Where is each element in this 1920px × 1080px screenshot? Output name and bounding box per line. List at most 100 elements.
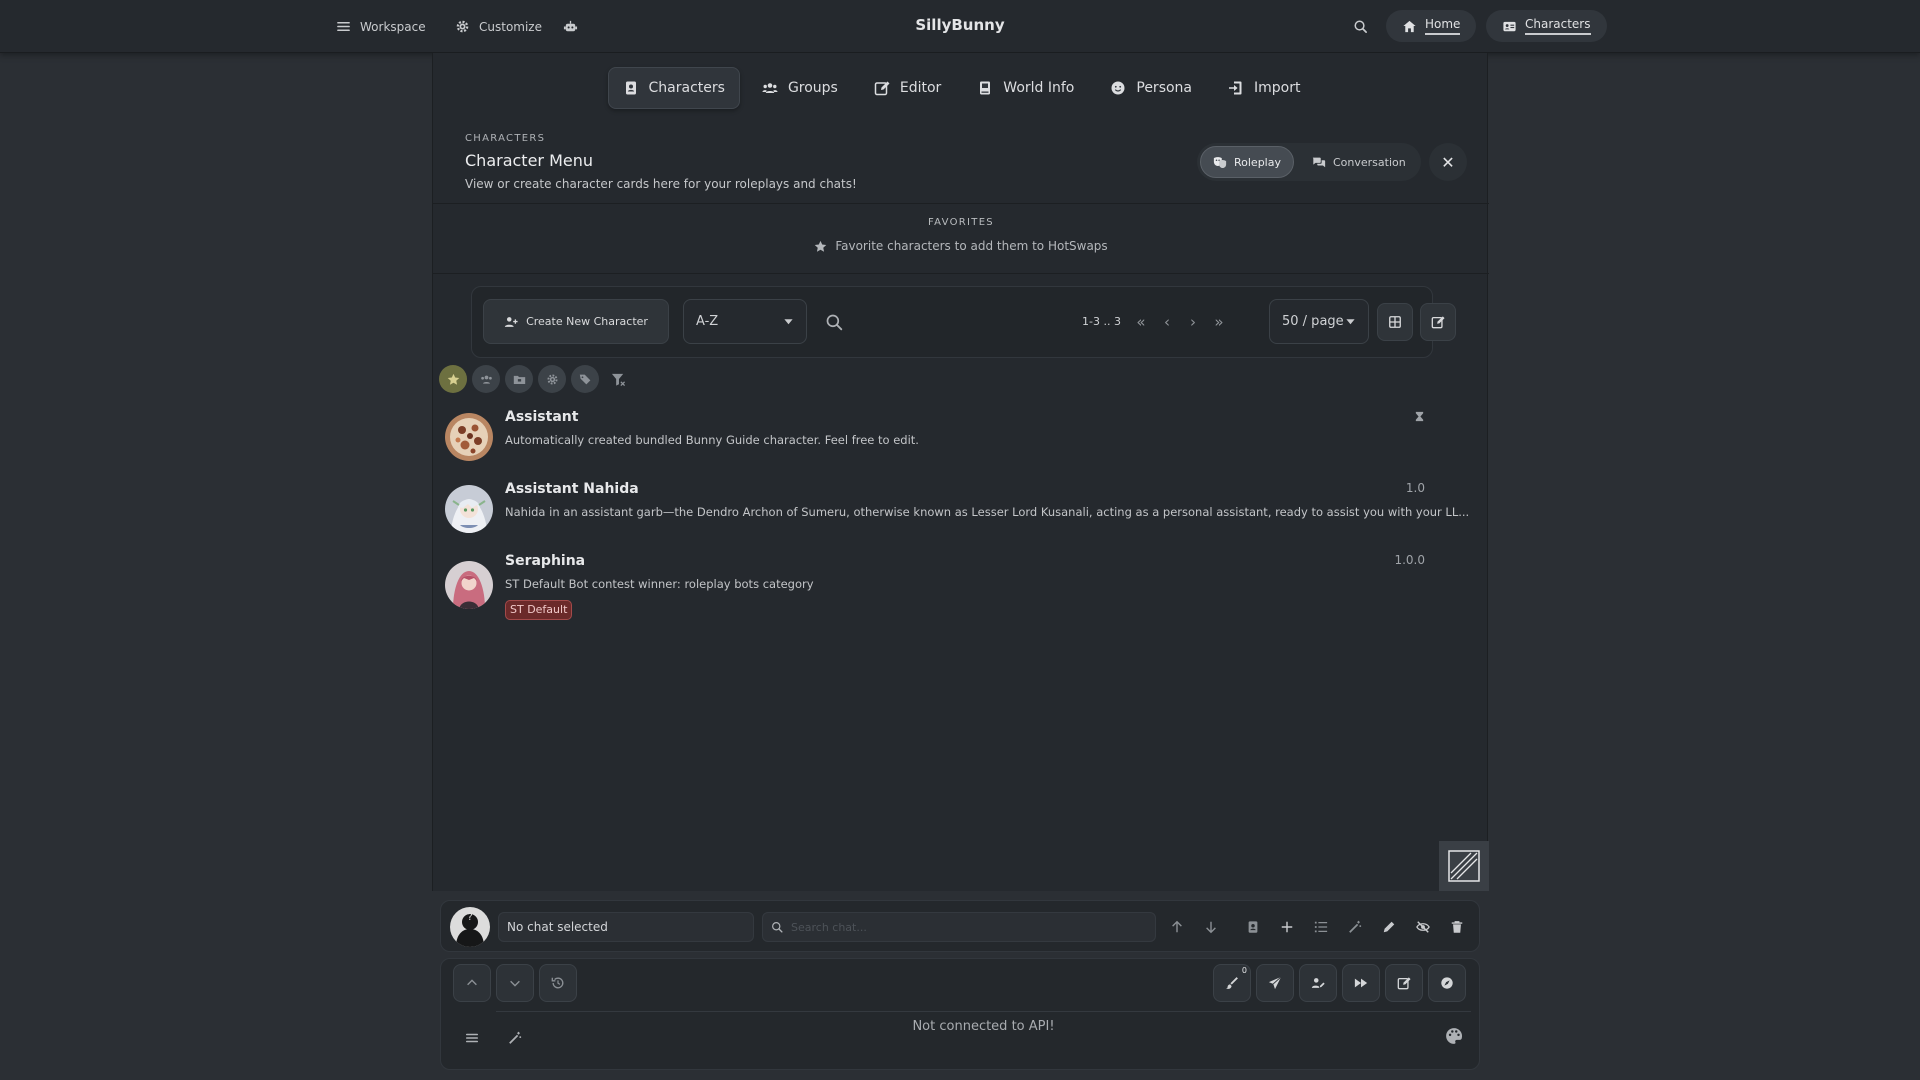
user-edit-icon — [1311, 978, 1325, 988]
chat-search — [762, 912, 1156, 942]
per-page-select[interactable]: 50 / page — [1269, 299, 1369, 344]
customize-label: Customize — [479, 19, 542, 34]
prev-page-button[interactable]: ‹ — [1157, 309, 1177, 335]
edit-icon — [1431, 316, 1445, 329]
workspace-label: Workspace — [360, 19, 426, 34]
pagination: 1-3 .. 3 « ‹ › » — [1082, 299, 1229, 344]
robot-icon — [563, 20, 578, 32]
rename-chat-button[interactable] — [1379, 917, 1399, 937]
characters-top-button[interactable]: Characters — [1486, 10, 1607, 42]
diagonal-lines-icon — [1448, 850, 1480, 882]
edit-message-button[interactable] — [1385, 964, 1423, 1002]
tab-world-info[interactable]: World Info — [963, 67, 1088, 109]
favorites-hint-text: Favorite characters to add them to HotSw… — [835, 239, 1108, 253]
chat-list-button[interactable] — [1311, 917, 1331, 937]
filter-groups[interactable] — [472, 365, 500, 393]
create-new-character-button[interactable]: Create New Character — [483, 299, 669, 344]
star-icon — [447, 373, 459, 385]
tab-editor[interactable]: Editor — [860, 67, 955, 109]
roleplay-mode-button[interactable]: Roleplay — [1200, 146, 1294, 178]
avatar[interactable]: ? — [450, 907, 490, 947]
theme-button[interactable] — [1445, 1027, 1463, 1045]
filter-tags[interactable] — [571, 365, 599, 393]
scroll-up-button[interactable] — [1167, 917, 1187, 937]
filter-folders[interactable] — [505, 365, 533, 393]
magic-button[interactable] — [1345, 917, 1365, 937]
home-button[interactable]: Home — [1386, 10, 1477, 42]
search-icon — [1354, 20, 1367, 33]
character-search-button[interactable] — [825, 313, 843, 331]
arrow-up-icon — [1172, 920, 1182, 933]
last-page-button[interactable]: » — [1209, 309, 1229, 335]
send-button[interactable] — [1256, 964, 1294, 1002]
next-page-button[interactable]: › — [1183, 309, 1203, 335]
search-button[interactable] — [1353, 0, 1368, 53]
bundled-character-indicator — [1414, 411, 1425, 422]
tab-characters[interactable]: Characters — [607, 67, 740, 109]
composer: 0 Not connected to API! — [440, 958, 1480, 1070]
first-page-button[interactable]: « — [1131, 309, 1151, 335]
masks-icon — [1213, 157, 1227, 168]
background-toggle-button[interactable] — [1439, 841, 1489, 891]
book-icon — [980, 81, 991, 95]
clear-filters-button[interactable] — [604, 365, 632, 393]
new-chat-button[interactable] — [1277, 917, 1297, 937]
filter-bar — [439, 364, 632, 394]
expand-down-button[interactable] — [496, 964, 534, 1002]
avatar-seraphina-image — [445, 561, 493, 609]
chat-select[interactable]: No chat selected — [498, 912, 754, 942]
character-name: Assistant — [505, 409, 579, 425]
tab-groups[interactable]: Groups — [748, 67, 852, 109]
hide-chat-button[interactable] — [1413, 917, 1433, 937]
expand-up-button[interactable] — [453, 964, 491, 1002]
tab-import[interactable]: Import — [1214, 67, 1314, 109]
caret-down-icon — [1346, 319, 1355, 325]
svg-text:?: ? — [467, 912, 472, 923]
avatar — [445, 485, 493, 533]
workspace-menu[interactable]: Workspace — [336, 0, 426, 53]
explore-button[interactable] — [1428, 964, 1466, 1002]
scroll-down-button[interactable] — [1201, 917, 1221, 937]
delete-chat-button[interactable] — [1447, 917, 1467, 937]
tab-import-label: Import — [1254, 80, 1301, 96]
history-icon — [551, 977, 564, 989]
bot-menu-button[interactable] — [563, 0, 578, 53]
tab-persona[interactable]: Persona — [1096, 67, 1206, 109]
filter-settings[interactable] — [538, 365, 566, 393]
character-version: 1.0 — [1405, 481, 1425, 495]
chat-search-input[interactable] — [791, 920, 1131, 934]
compass-icon — [1441, 977, 1453, 989]
impersonate-button[interactable] — [1299, 964, 1337, 1002]
close-button[interactable]: ✕ — [1429, 143, 1467, 181]
sort-select[interactable]: A-Z — [683, 299, 807, 344]
edit-icon — [874, 81, 890, 96]
bulk-edit-button[interactable] — [1420, 303, 1456, 341]
face-icon — [1111, 81, 1125, 95]
list-icon — [1314, 921, 1328, 933]
character-tag[interactable]: ST Default — [505, 600, 573, 620]
section-eyebrow: CHARACTERS — [465, 133, 546, 144]
roleplay-label: Roleplay — [1234, 155, 1281, 169]
continue-button[interactable] — [1342, 964, 1380, 1002]
history-button[interactable] — [539, 964, 577, 1002]
avatar — [445, 561, 493, 609]
arrow-down-icon — [1206, 921, 1216, 934]
brush-button[interactable]: 0 — [1213, 964, 1251, 1002]
character-toolbar: Create New Character A-Z 1-3 .. 3 « ‹ › … — [471, 286, 1456, 358]
customize-menu[interactable]: Customize — [455, 0, 542, 53]
character-info-button[interactable] — [1243, 917, 1263, 937]
search-icon — [826, 314, 843, 331]
character-row-seraphina[interactable]: Seraphina ST Default Bot contest winner:… — [445, 553, 1465, 620]
character-row-assistant[interactable]: Assistant Automatically created bundled … — [445, 409, 1465, 471]
avatar — [445, 413, 493, 461]
conversation-mode-button[interactable]: Conversation — [1300, 146, 1418, 178]
plus-icon — [1281, 921, 1293, 933]
character-card-icon — [625, 81, 636, 95]
home-icon — [1403, 20, 1416, 32]
grid-view-button[interactable] — [1377, 303, 1413, 341]
filter-favorites[interactable] — [439, 365, 467, 393]
page-subtitle: View or create character cards here for … — [465, 177, 857, 191]
message-input[interactable]: Not connected to API! — [496, 1011, 1471, 1061]
character-row-assistant-nahida[interactable]: Assistant Nahida Nahida in an assistant … — [445, 481, 1469, 543]
options-menu-button[interactable] — [453, 1019, 491, 1057]
